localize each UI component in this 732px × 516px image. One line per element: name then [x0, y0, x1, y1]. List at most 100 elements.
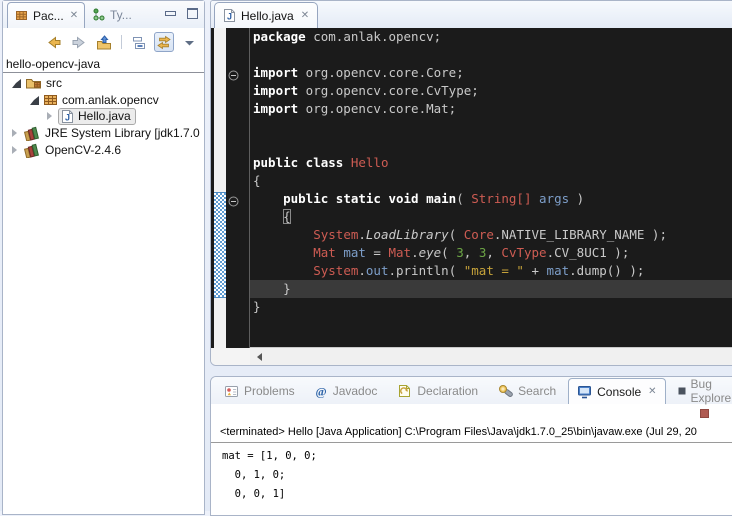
editor-ruler[interactable]	[214, 28, 226, 348]
console-icon	[577, 385, 592, 399]
svg-text:@: @	[315, 384, 326, 398]
code-line[interactable]: import org.opencv.core.CvType;	[250, 82, 732, 100]
tab-console[interactable]: Console ✕	[568, 378, 665, 404]
link-with-editor-button[interactable]	[154, 32, 174, 52]
selected-item-highlight[interactable]: J Hello.java	[58, 108, 136, 125]
tab-label: Hello.java	[241, 9, 294, 23]
close-icon[interactable]: ✕	[301, 10, 309, 21]
tab-label: Console	[597, 385, 641, 399]
code-line[interactable]: import org.opencv.core.Mat;	[250, 100, 732, 118]
tab-type-hierarchy[interactable]: Ty...	[85, 2, 138, 27]
tab-search[interactable]: Search	[490, 377, 564, 404]
package-icon	[43, 93, 58, 107]
tree-item-src[interactable]: src	[3, 75, 204, 91]
maximize-button[interactable]	[187, 8, 198, 19]
up-folder-icon	[96, 35, 112, 50]
search-icon	[498, 384, 513, 398]
tab-package-explorer[interactable]: Pac... ✕	[7, 2, 85, 28]
expanded-arrow-icon[interactable]	[12, 79, 21, 88]
editor-tabbar: J Hello.java ✕	[211, 1, 732, 29]
tree-item-opencv-library[interactable]: OpenCV-2.4.6	[3, 142, 204, 158]
code-line[interactable]: import org.opencv.core.Core;	[250, 64, 732, 82]
tab-label: Pac...	[33, 9, 64, 23]
left-view-tabbar: Pac... ✕ Ty...	[3, 1, 204, 28]
link-with-editor-icon	[156, 35, 172, 50]
minimize-button[interactable]	[165, 8, 176, 19]
tab-declaration[interactable]: Declaration	[389, 377, 486, 404]
selection-range-indicator	[214, 192, 226, 298]
bug-icon	[678, 387, 686, 395]
source-folder-icon	[25, 76, 42, 90]
javadoc-icon: @	[315, 384, 328, 398]
code-line[interactable]: public class Hello	[250, 154, 732, 172]
fold-collapse-icon[interactable]	[228, 68, 239, 86]
code-line[interactable]: package com.anlak.opencv;	[250, 28, 732, 46]
tree-item-hello-java[interactable]: J Hello.java	[3, 108, 204, 124]
expanded-arrow-icon[interactable]	[30, 96, 39, 105]
code-line[interactable]	[250, 118, 732, 136]
code-line[interactable]: }	[250, 298, 732, 316]
collapse-all-icon	[131, 35, 147, 50]
fold-column	[226, 28, 249, 348]
code-line[interactable]: System.LoadLibrary( Core.NATIVE_LIBRARY_…	[250, 226, 732, 244]
code-line[interactable]: System.out.println( "mat = " + mat.dump(…	[250, 262, 732, 280]
horizontal-scrollbar[interactable]	[250, 347, 732, 365]
collapsed-arrow-icon[interactable]	[12, 146, 17, 154]
tree-item-label: JRE System Library [jdk1.7.0	[45, 126, 200, 140]
package-explorer-icon	[14, 8, 29, 23]
tab-label: Search	[518, 384, 556, 398]
tab-label: Bug Explorer	[691, 377, 732, 405]
tab-label: Problems	[244, 384, 295, 398]
collapsed-arrow-icon[interactable]	[47, 112, 52, 120]
java-file-icon: J	[223, 8, 236, 23]
tree-item-project[interactable]: hello-opencv-java	[6, 57, 100, 71]
back-button[interactable]	[44, 32, 64, 52]
fold-collapse-icon[interactable]	[228, 194, 239, 212]
console-tabbar: Problems @ Javadoc Declaration Search Console…	[211, 377, 732, 404]
collapsed-arrow-icon[interactable]	[12, 129, 17, 137]
code-line[interactable]: Mat mat = Mat.eye( 3, 3, CvType.CV_8UC1 …	[250, 244, 732, 262]
left-view-toolbar	[3, 29, 204, 55]
project-tree: hello-opencv-java src com.anlak.opencv J…	[3, 57, 204, 514]
type-hierarchy-icon	[91, 7, 106, 22]
tree-item-package[interactable]: com.anlak.opencv	[3, 92, 204, 108]
code-area[interactable]: package com.anlak.opencv; import org.open…	[250, 28, 732, 348]
tab-hello-java-editor[interactable]: J Hello.java ✕	[214, 2, 318, 28]
close-icon[interactable]: ✕	[70, 10, 78, 21]
library-icon	[23, 143, 41, 158]
tree-item-label: com.anlak.opencv	[62, 93, 159, 107]
collapse-all-button[interactable]	[129, 32, 149, 52]
code-line[interactable]: {	[250, 172, 732, 190]
code-line[interactable]: public static void main( String[] args )	[250, 190, 732, 208]
code-line[interactable]	[250, 136, 732, 154]
code-line[interactable]: }	[250, 280, 732, 298]
toolbar-separator	[121, 35, 122, 49]
view-menu-button[interactable]	[179, 32, 199, 52]
tree-item-jre-library[interactable]: JRE System Library [jdk1.7.0	[3, 125, 204, 141]
tree-separator	[3, 72, 204, 73]
scrollbar-corner	[211, 348, 250, 365]
tab-label: Declaration	[417, 384, 478, 398]
editor-body: package com.anlak.opencv; import org.open…	[211, 28, 732, 348]
java-file-icon: J	[61, 109, 74, 124]
forward-button[interactable]	[69, 32, 89, 52]
console-separator	[211, 442, 732, 443]
library-icon	[23, 126, 41, 141]
close-icon[interactable]: ✕	[648, 386, 656, 397]
up-button[interactable]	[94, 32, 114, 52]
code-line[interactable]	[250, 46, 732, 64]
tab-label: Javadoc	[333, 384, 378, 398]
console-output[interactable]: mat = [1, 0, 0; 0, 1, 0; 0, 0, 1]	[222, 447, 317, 504]
tab-bug-explorer[interactable]: Bug Explorer	[670, 377, 732, 404]
terminate-icon[interactable]	[700, 405, 709, 423]
forward-arrow-icon	[71, 35, 87, 50]
tree-item-label: Hello.java	[78, 109, 131, 123]
code-line[interactable]: {	[250, 208, 732, 226]
console-toolbar	[700, 408, 709, 420]
console-header: <terminated> Hello [Java Application] C:…	[220, 426, 697, 438]
tab-label: Ty...	[110, 8, 132, 22]
tab-javadoc[interactable]: @ Javadoc	[307, 377, 386, 404]
package-explorer-view: Pac... ✕ Ty... hello-opencv-java src	[2, 0, 205, 515]
tab-problems[interactable]: Problems	[216, 377, 303, 404]
scroll-left-icon[interactable]	[257, 353, 262, 361]
